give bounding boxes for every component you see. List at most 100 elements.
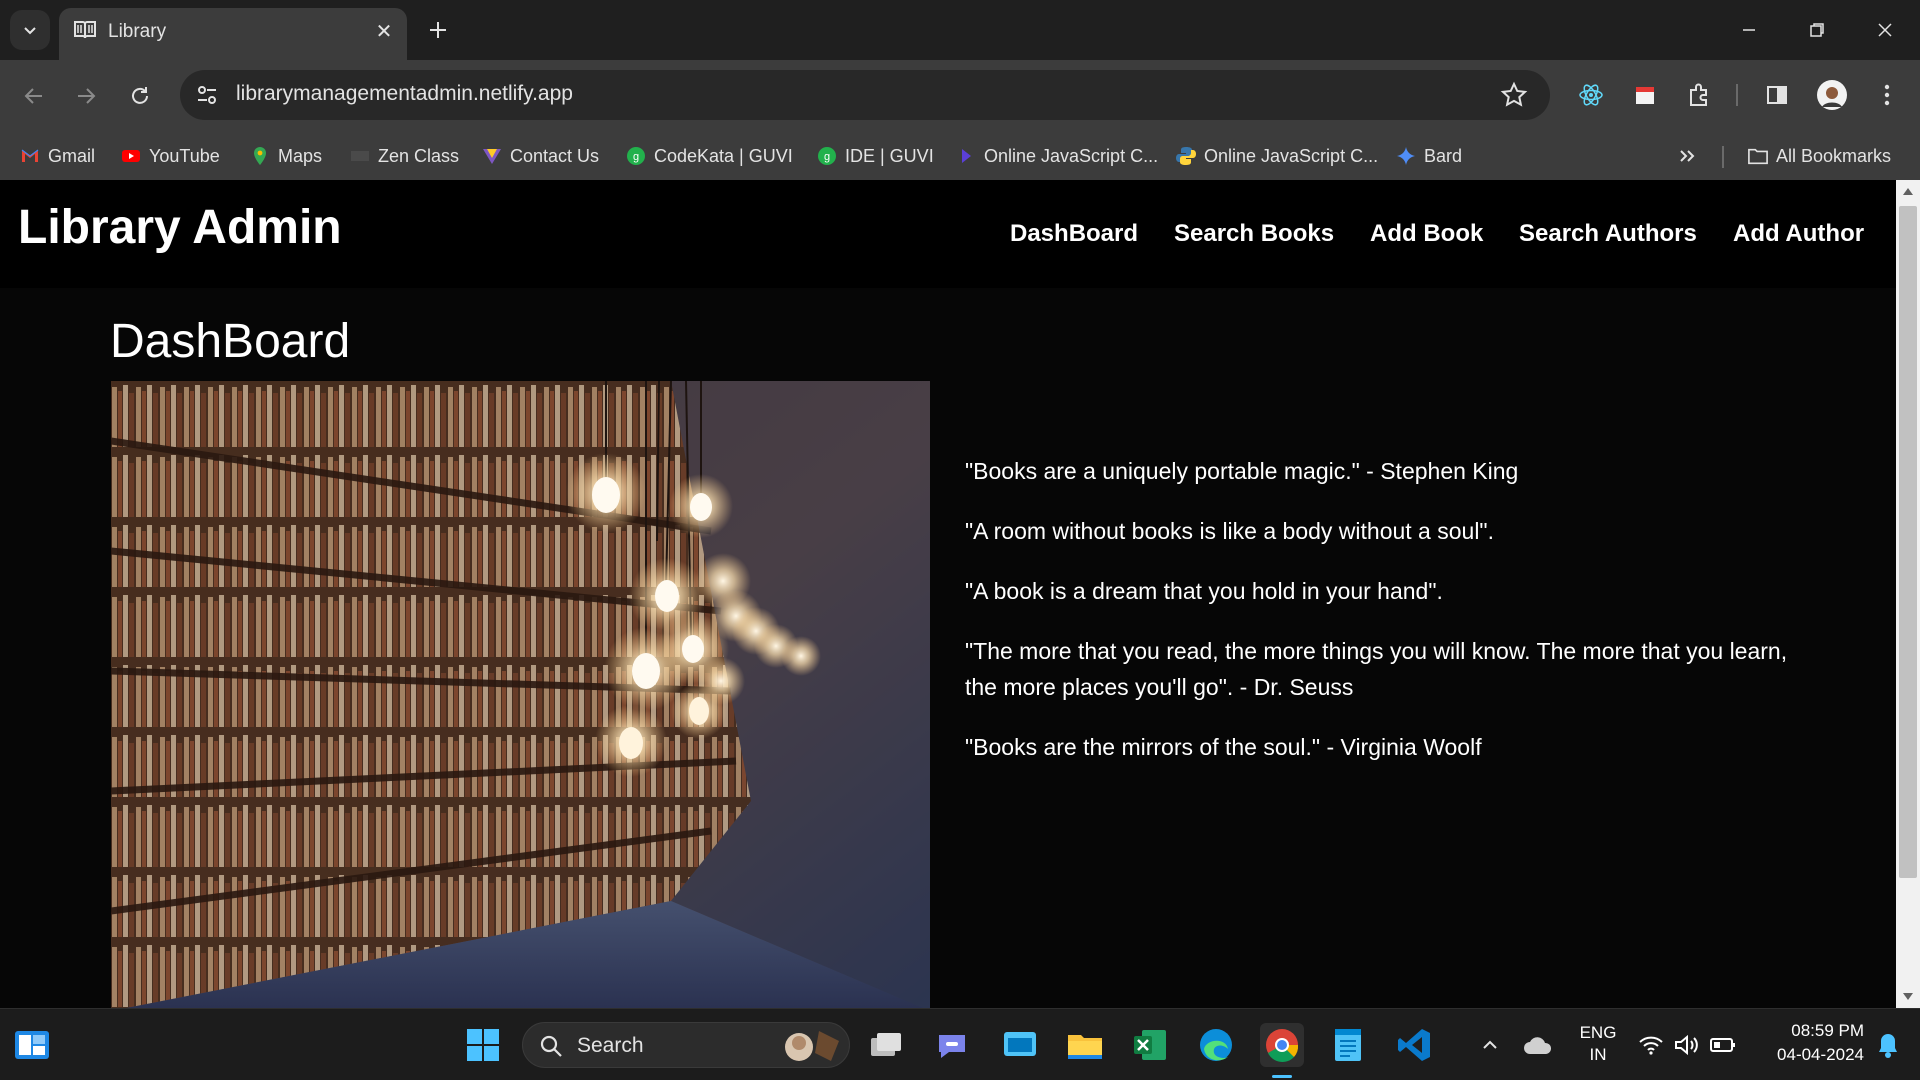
scroll-up-arrow-icon[interactable] xyxy=(1902,186,1914,196)
chrome-menu-button[interactable] xyxy=(1870,78,1904,112)
excel-button[interactable] xyxy=(1128,1023,1172,1067)
bookmark-online-js-compiler[interactable]: Online JavaScript C... xyxy=(956,142,1158,170)
clock-date: 04-04-2024 xyxy=(1777,1045,1864,1064)
scrollbar-thumb[interactable] xyxy=(1899,206,1917,878)
side-panel-button[interactable] xyxy=(1760,78,1794,112)
calendar-icon xyxy=(1636,87,1654,104)
guvi-icon: g xyxy=(818,147,836,165)
site-brand[interactable]: Library Admin xyxy=(18,200,342,255)
widgets-button[interactable] xyxy=(10,1023,54,1067)
contact-us-icon xyxy=(483,149,501,164)
svg-text:g: g xyxy=(824,151,830,163)
start-button[interactable] xyxy=(461,1023,505,1067)
chrome-button[interactable] xyxy=(1260,1023,1304,1067)
reload-button[interactable] xyxy=(120,76,160,116)
keyboard-app-button[interactable] xyxy=(998,1023,1042,1067)
profile-button[interactable] xyxy=(1815,78,1849,112)
nav-add-author[interactable]: Add Author xyxy=(1733,220,1864,248)
react-devtools-extension[interactable] xyxy=(1574,78,1608,112)
edge-button[interactable] xyxy=(1194,1023,1238,1067)
close-icon xyxy=(1878,23,1892,37)
taskbar-search-box[interactable]: Search xyxy=(522,1022,850,1068)
calendar-extension[interactable] xyxy=(1628,78,1662,112)
tab-close-icon[interactable]: ✕ xyxy=(371,18,397,44)
minimize-button[interactable] xyxy=(1724,10,1774,50)
youtube-icon xyxy=(122,150,140,162)
bard-icon xyxy=(1397,147,1415,165)
bell-icon xyxy=(1879,1034,1897,1058)
active-tab[interactable]: Library ✕ xyxy=(59,8,407,60)
notifications-button[interactable] xyxy=(1866,1023,1910,1067)
bookmark-contact-us[interactable]: Contact Us xyxy=(482,142,599,170)
avatar xyxy=(1817,80,1847,110)
arrow-right-icon xyxy=(78,88,96,104)
chrome-active-indicator xyxy=(1272,1075,1292,1078)
chevron-up-icon xyxy=(1483,1040,1497,1049)
quick-settings-button[interactable] xyxy=(1638,1025,1738,1065)
open-book-icon xyxy=(74,21,96,39)
bookmarks-divider xyxy=(1722,146,1724,168)
bookmarks-bar: Gmail YouTube Maps Zen Class Contact Us … xyxy=(0,132,1920,180)
bookmark-codekata-guvi[interactable]: g CodeKata | GUVI xyxy=(626,142,793,170)
chat-icon xyxy=(939,1035,965,1058)
url-text[interactable]: librarymanagementadmin.netlify.app xyxy=(236,82,573,106)
bookmark-maps[interactable]: Maps xyxy=(250,142,322,170)
js-compiler-icon xyxy=(962,149,971,163)
notepad-button[interactable] xyxy=(1326,1023,1370,1067)
nav-search-books[interactable]: Search Books xyxy=(1174,220,1334,248)
library-bookshelf-image xyxy=(111,381,930,1008)
page-viewport: Library Admin DashBoard Search Books Add… xyxy=(0,180,1896,1008)
bookmark-youtube[interactable]: YouTube xyxy=(121,142,220,170)
site-info-icon[interactable] xyxy=(194,82,220,108)
task-view-button[interactable] xyxy=(864,1023,908,1067)
gmail-icon xyxy=(21,149,39,162)
bookmark-bard[interactable]: Bard xyxy=(1396,142,1462,170)
vscode-icon xyxy=(1398,1029,1430,1061)
quote: "A book is a dream that you hold in your… xyxy=(965,578,1443,604)
bookmark-zen-class[interactable]: Zen Class xyxy=(350,142,459,170)
extensions-button[interactable] xyxy=(1682,78,1716,112)
bookmark-gmail[interactable]: Gmail xyxy=(20,142,95,170)
all-bookmarks-button[interactable]: All Bookmarks xyxy=(1748,142,1891,170)
guvi-icon: g xyxy=(627,147,645,165)
show-hidden-icons-button[interactable] xyxy=(1468,1023,1512,1067)
file-explorer-button[interactable] xyxy=(1063,1023,1107,1067)
back-button[interactable] xyxy=(14,76,54,116)
widgets-icon xyxy=(15,1031,49,1059)
bookmark-online-js-compiler-2[interactable]: Online JavaScript C... xyxy=(1176,142,1378,170)
windows-taskbar: Search ENG IN 08:59 PM 04-04-2024 xyxy=(0,1008,1920,1080)
nav-dashboard[interactable]: DashBoard xyxy=(1010,220,1138,248)
address-bar[interactable]: librarymanagementadmin.netlify.app xyxy=(180,70,1550,120)
maps-icon xyxy=(254,147,266,165)
new-tab-button[interactable] xyxy=(422,14,454,46)
bookmark-ide-guvi[interactable]: g IDE | GUVI xyxy=(817,142,934,170)
quote: "Books are a uniquely portable magic." -… xyxy=(965,458,1519,484)
scroll-down-arrow-icon[interactable] xyxy=(1902,992,1914,1002)
notepad-icon xyxy=(1335,1029,1361,1061)
forward-button[interactable] xyxy=(66,76,106,116)
onedrive-button[interactable] xyxy=(1516,1023,1560,1067)
region-text: IN xyxy=(1589,1045,1607,1064)
tab-search-button[interactable] xyxy=(10,10,50,50)
language-indicator[interactable]: ENG IN xyxy=(1576,1023,1620,1067)
excel-icon xyxy=(1134,1030,1166,1060)
keyboard-icon xyxy=(1004,1032,1036,1056)
nav-search-authors[interactable]: Search Authors xyxy=(1519,220,1697,248)
bookmark-star-icon[interactable] xyxy=(1500,81,1528,109)
nav-add-book[interactable]: Add Book xyxy=(1370,220,1483,248)
teams-chat-button[interactable] xyxy=(930,1023,974,1067)
volume-icon xyxy=(1675,1034,1698,1056)
quote: "Books are the mirrors of the soul." - V… xyxy=(965,734,1482,760)
clock[interactable]: 08:59 PM 04-04-2024 xyxy=(1754,1021,1864,1067)
more-bookmarks-button[interactable] xyxy=(1678,142,1696,170)
react-icon xyxy=(1579,84,1603,106)
folder-icon xyxy=(1068,1035,1102,1059)
more-vertical-icon xyxy=(1884,84,1890,106)
close-window-button[interactable] xyxy=(1860,10,1910,50)
python-icon xyxy=(1176,147,1196,165)
vscode-button[interactable] xyxy=(1392,1023,1436,1067)
restore-button[interactable] xyxy=(1792,10,1842,50)
folder-icon xyxy=(1748,148,1768,165)
clock-time: 08:59 PM xyxy=(1791,1021,1864,1040)
chevron-down-icon xyxy=(24,27,36,35)
